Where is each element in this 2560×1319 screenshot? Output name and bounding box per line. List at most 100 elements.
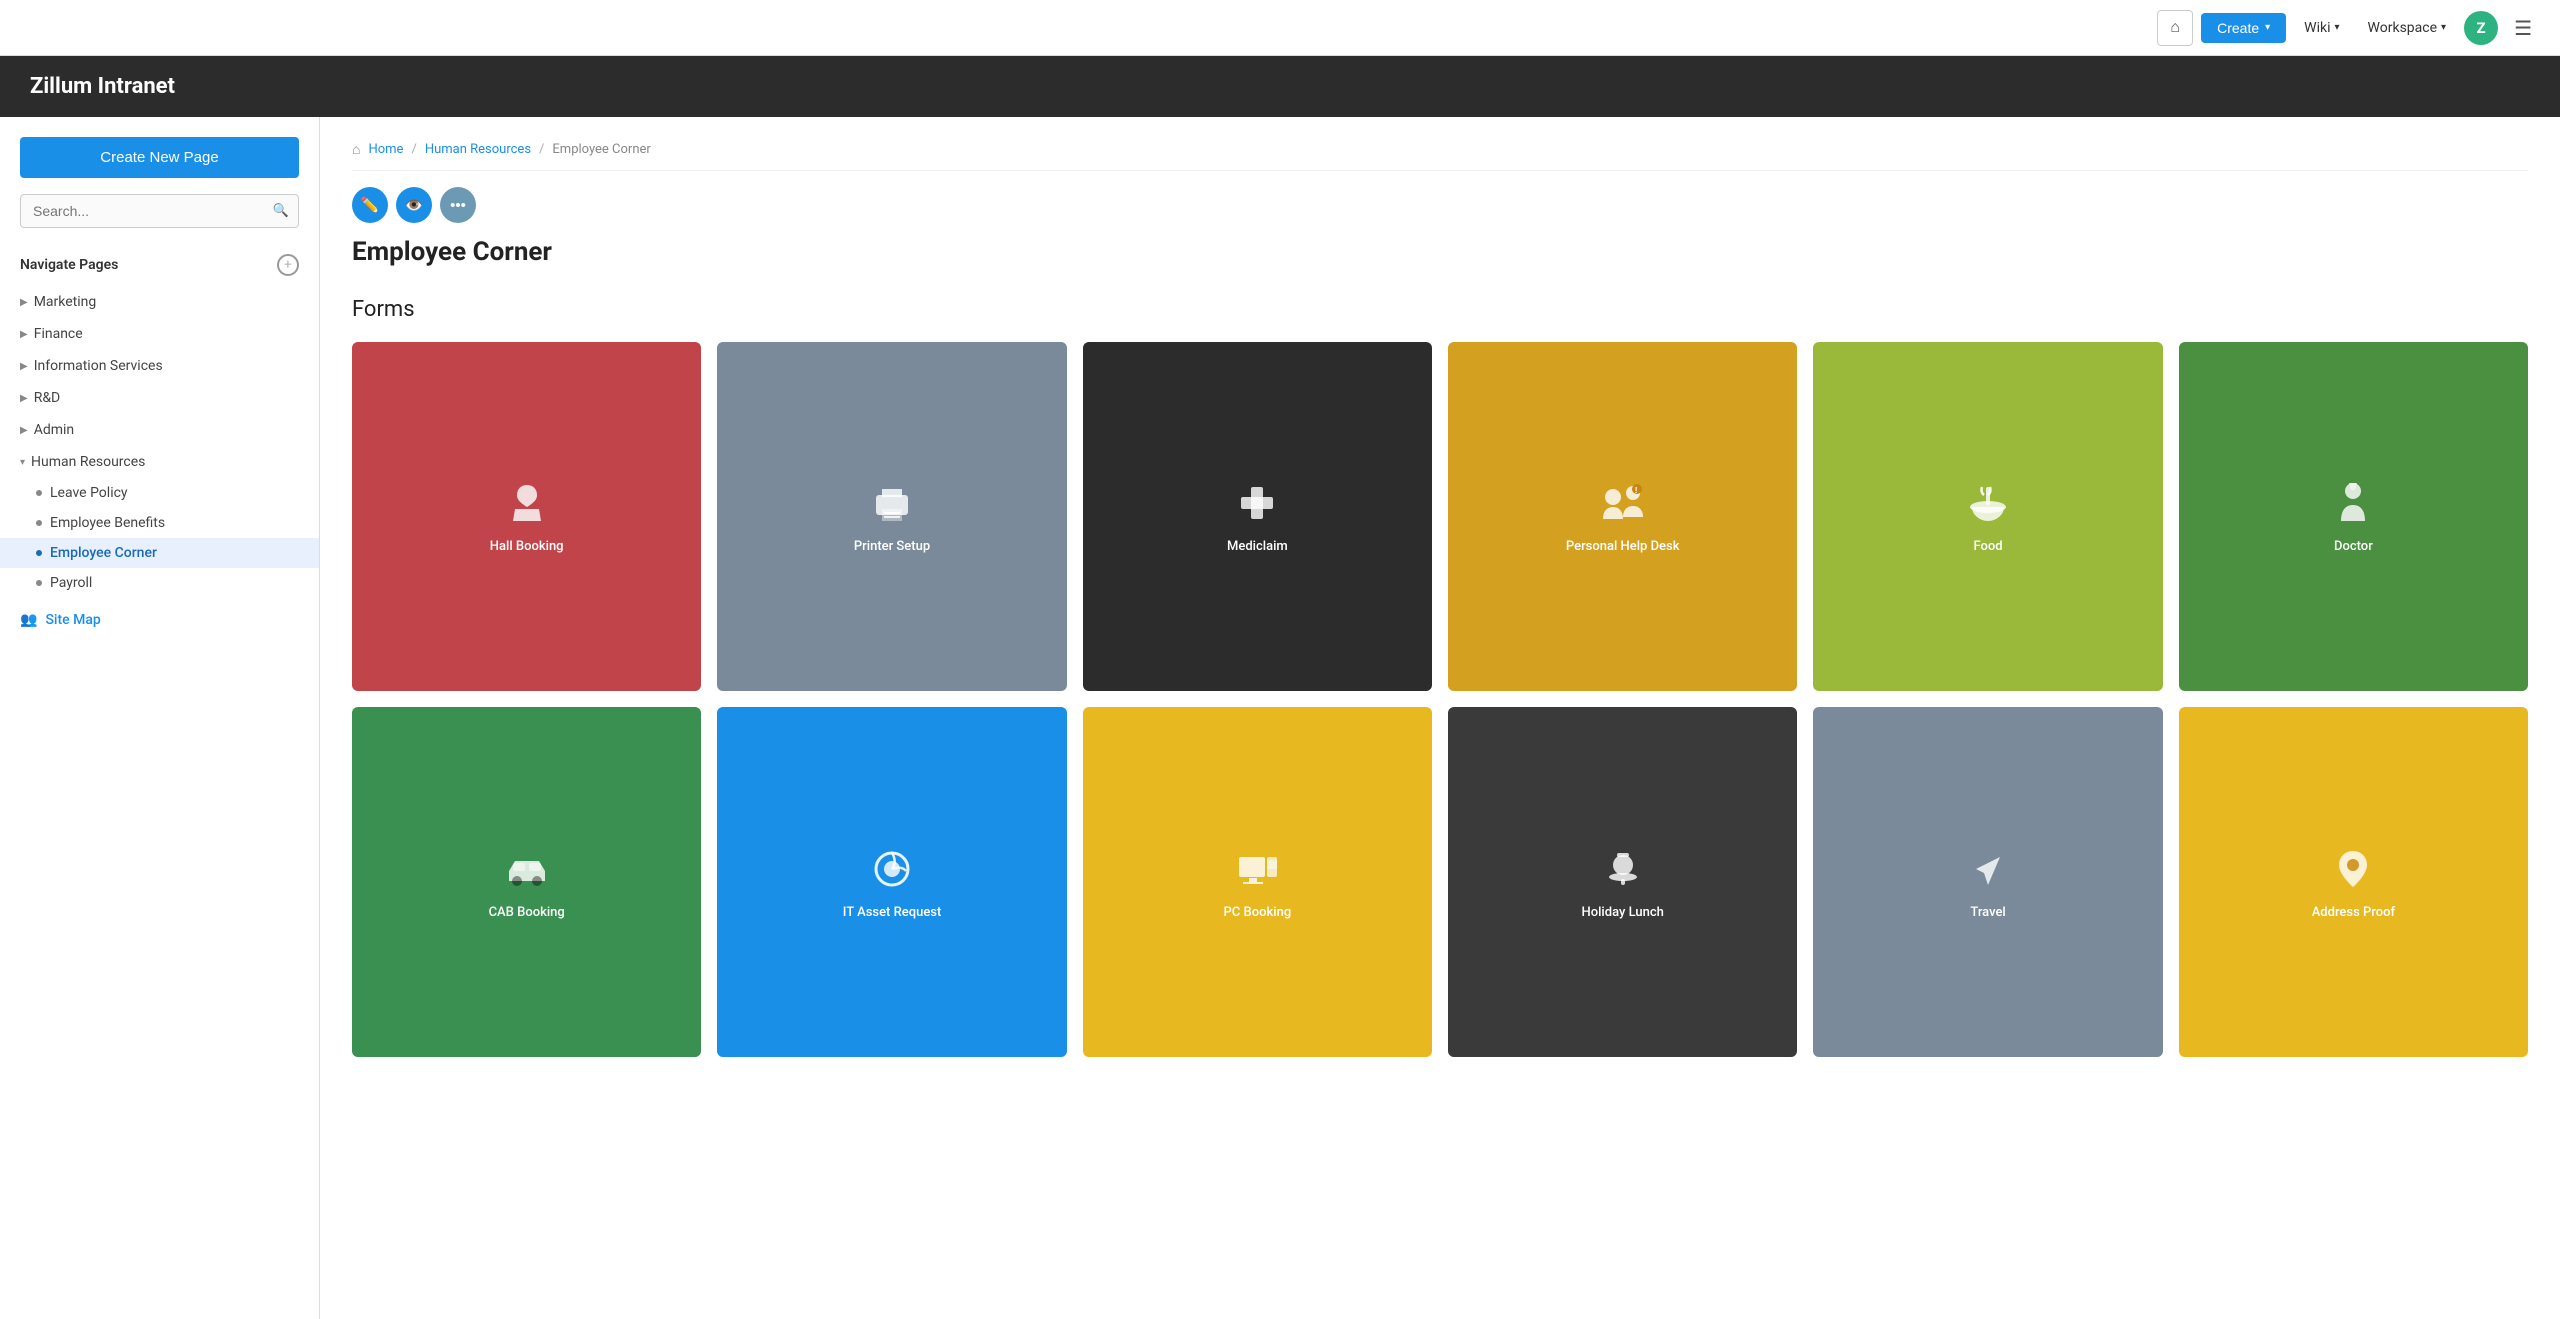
form-card-mediclaim[interactable]: Mediclaim bbox=[1083, 342, 1432, 691]
form-label-it-asset: IT Asset Request bbox=[843, 905, 942, 922]
form-card-pc-booking[interactable]: PC Booking bbox=[1083, 707, 1432, 1056]
sidebar-subitem-employee-benefits[interactable]: Employee Benefits bbox=[0, 508, 319, 538]
expand-icon: ▶ bbox=[20, 329, 28, 340]
form-card-cab-booking[interactable]: CAB Booking bbox=[352, 707, 701, 1056]
form-card-printer-setup[interactable]: Printer Setup bbox=[717, 342, 1066, 691]
subitem-label: Payroll bbox=[50, 575, 92, 591]
workspace-label: Workspace bbox=[2368, 20, 2438, 36]
breadcrumb-current: Employee Corner bbox=[552, 142, 650, 157]
navigate-pages-header: Navigate Pages + bbox=[0, 248, 319, 286]
cab-booking-icon bbox=[501, 843, 553, 895]
form-label-travel: Travel bbox=[1970, 905, 2005, 922]
workspace-menu[interactable]: Workspace ▾ bbox=[2358, 14, 2457, 42]
form-label-holiday-lunch: Holiday Lunch bbox=[1582, 905, 1664, 922]
breadcrumb-sep2: / bbox=[539, 142, 544, 157]
form-label-address-proof: Address Proof bbox=[2312, 905, 2395, 922]
main-content: ⌂ Home / Human Resources / Employee Corn… bbox=[320, 117, 2560, 1319]
wiki-label: Wiki bbox=[2304, 20, 2330, 36]
wiki-menu[interactable]: Wiki ▾ bbox=[2294, 14, 2349, 42]
form-card-holiday-lunch[interactable]: Holiday Lunch bbox=[1448, 707, 1797, 1056]
expand-icon: ▶ bbox=[20, 297, 28, 308]
form-card-doctor[interactable]: Doctor bbox=[2179, 342, 2528, 691]
subitem-label: Employee Corner bbox=[50, 545, 157, 561]
pc-booking-icon bbox=[1231, 843, 1283, 895]
mediclaim-icon bbox=[1231, 477, 1283, 529]
sidebar-create-button[interactable]: Create New Page bbox=[20, 137, 299, 178]
breadcrumb-sep1: / bbox=[411, 142, 416, 157]
form-card-address-proof[interactable]: Address Proof bbox=[2179, 707, 2528, 1056]
svg-text:!: ! bbox=[1635, 486, 1637, 495]
more-button[interactable]: ••• bbox=[440, 187, 476, 223]
helpdesk-icon: ! bbox=[1597, 477, 1649, 529]
sidebar-item-rnd[interactable]: ▶ R&D bbox=[0, 382, 319, 414]
home-button[interactable]: ⌂ bbox=[2157, 10, 2193, 46]
nav-header-label: Navigate Pages bbox=[20, 257, 118, 273]
page-title: Employee Corner bbox=[352, 237, 2528, 267]
holiday-lunch-icon bbox=[1597, 843, 1649, 895]
expand-icon: ▶ bbox=[20, 393, 28, 404]
add-page-icon[interactable]: + bbox=[277, 254, 299, 276]
form-card-food[interactable]: Food bbox=[1813, 342, 2162, 691]
travel-icon bbox=[1962, 843, 2014, 895]
sitemap-link[interactable]: 👥 Site Map bbox=[0, 598, 319, 642]
form-label-hall-booking: Hall Booking bbox=[490, 539, 564, 556]
edit-button[interactable]: ✏️ bbox=[352, 187, 388, 223]
form-label-cab-booking: CAB Booking bbox=[489, 905, 565, 922]
main-layout: Create New Page 🔍 Navigate Pages + ▶ Mar… bbox=[0, 117, 2560, 1319]
breadcrumb: ⌂ Home / Human Resources / Employee Corn… bbox=[352, 141, 2528, 171]
sidebar-item-information-services[interactable]: ▶ Information Services bbox=[0, 350, 319, 382]
sidebar-item-finance[interactable]: ▶ Finance bbox=[0, 318, 319, 350]
sidebar: Create New Page 🔍 Navigate Pages + ▶ Mar… bbox=[0, 117, 320, 1319]
brand-title: Zillum Intranet bbox=[30, 74, 175, 99]
dot-icon bbox=[36, 580, 42, 586]
sidebar-item-marketing[interactable]: ▶ Marketing bbox=[0, 286, 319, 318]
form-label-mediclaim: Mediclaim bbox=[1227, 539, 1288, 556]
action-icons: ✏️ 👁️ ••• bbox=[352, 187, 2528, 223]
search-icon: 🔍 bbox=[273, 204, 289, 219]
dot-icon bbox=[36, 490, 42, 496]
dot-icon bbox=[36, 520, 42, 526]
sidebar-item-human-resources[interactable]: ▾ Human Resources bbox=[0, 446, 319, 478]
form-label-pc-booking: PC Booking bbox=[1224, 905, 1292, 922]
workspace-caret-icon: ▾ bbox=[2441, 22, 2446, 33]
expand-icon: ▶ bbox=[20, 361, 28, 372]
expand-icon: ▶ bbox=[20, 425, 28, 436]
form-card-hall-booking[interactable]: Hall Booking bbox=[352, 342, 701, 691]
create-label: Create bbox=[2217, 20, 2259, 36]
sitemap-label: Site Map bbox=[45, 612, 100, 628]
create-button[interactable]: Create ▾ bbox=[2201, 13, 2286, 43]
sidebar-item-label: Marketing bbox=[34, 294, 97, 310]
sidebar-item-label: Human Resources bbox=[31, 454, 145, 470]
food-icon bbox=[1962, 477, 2014, 529]
search-container: 🔍 bbox=[20, 194, 299, 228]
subitem-label: Leave Policy bbox=[50, 485, 128, 501]
breadcrumb-home-link[interactable]: Home bbox=[368, 142, 403, 157]
sidebar-item-admin[interactable]: ▶ Admin bbox=[0, 414, 319, 446]
create-caret-icon: ▾ bbox=[2265, 22, 2270, 33]
sidebar-item-label: R&D bbox=[34, 390, 61, 406]
user-avatar[interactable]: Z bbox=[2464, 11, 2498, 45]
sidebar-subitem-leave-policy[interactable]: Leave Policy bbox=[0, 478, 319, 508]
dot-icon bbox=[36, 550, 42, 556]
it-asset-icon bbox=[866, 843, 918, 895]
address-proof-icon bbox=[2327, 843, 2379, 895]
view-button[interactable]: 👁️ bbox=[396, 187, 432, 223]
sidebar-item-label: Information Services bbox=[34, 358, 163, 374]
sidebar-subitem-payroll[interactable]: Payroll bbox=[0, 568, 319, 598]
breadcrumb-parent-link[interactable]: Human Resources bbox=[425, 142, 531, 157]
sidebar-subitem-employee-corner[interactable]: Employee Corner bbox=[0, 538, 319, 568]
hall-booking-icon bbox=[501, 477, 553, 529]
sidebar-item-label: Finance bbox=[34, 326, 83, 342]
form-card-travel[interactable]: Travel bbox=[1813, 707, 2162, 1056]
sitemap-icon: 👥 bbox=[20, 612, 37, 628]
section-title: Forms bbox=[352, 297, 2528, 322]
form-label-doctor: Doctor bbox=[2334, 539, 2373, 556]
form-label-helpdesk: Personal Help Desk bbox=[1566, 539, 1680, 556]
form-card-helpdesk[interactable]: ! Personal Help Desk bbox=[1448, 342, 1797, 691]
breadcrumb-home-icon: ⌂ bbox=[352, 141, 360, 158]
form-label-printer-setup: Printer Setup bbox=[854, 539, 930, 556]
hamburger-icon[interactable]: ☰ bbox=[2506, 12, 2540, 44]
printer-setup-icon bbox=[866, 477, 918, 529]
form-card-it-asset[interactable]: IT Asset Request bbox=[717, 707, 1066, 1056]
search-input[interactable] bbox=[20, 194, 299, 228]
